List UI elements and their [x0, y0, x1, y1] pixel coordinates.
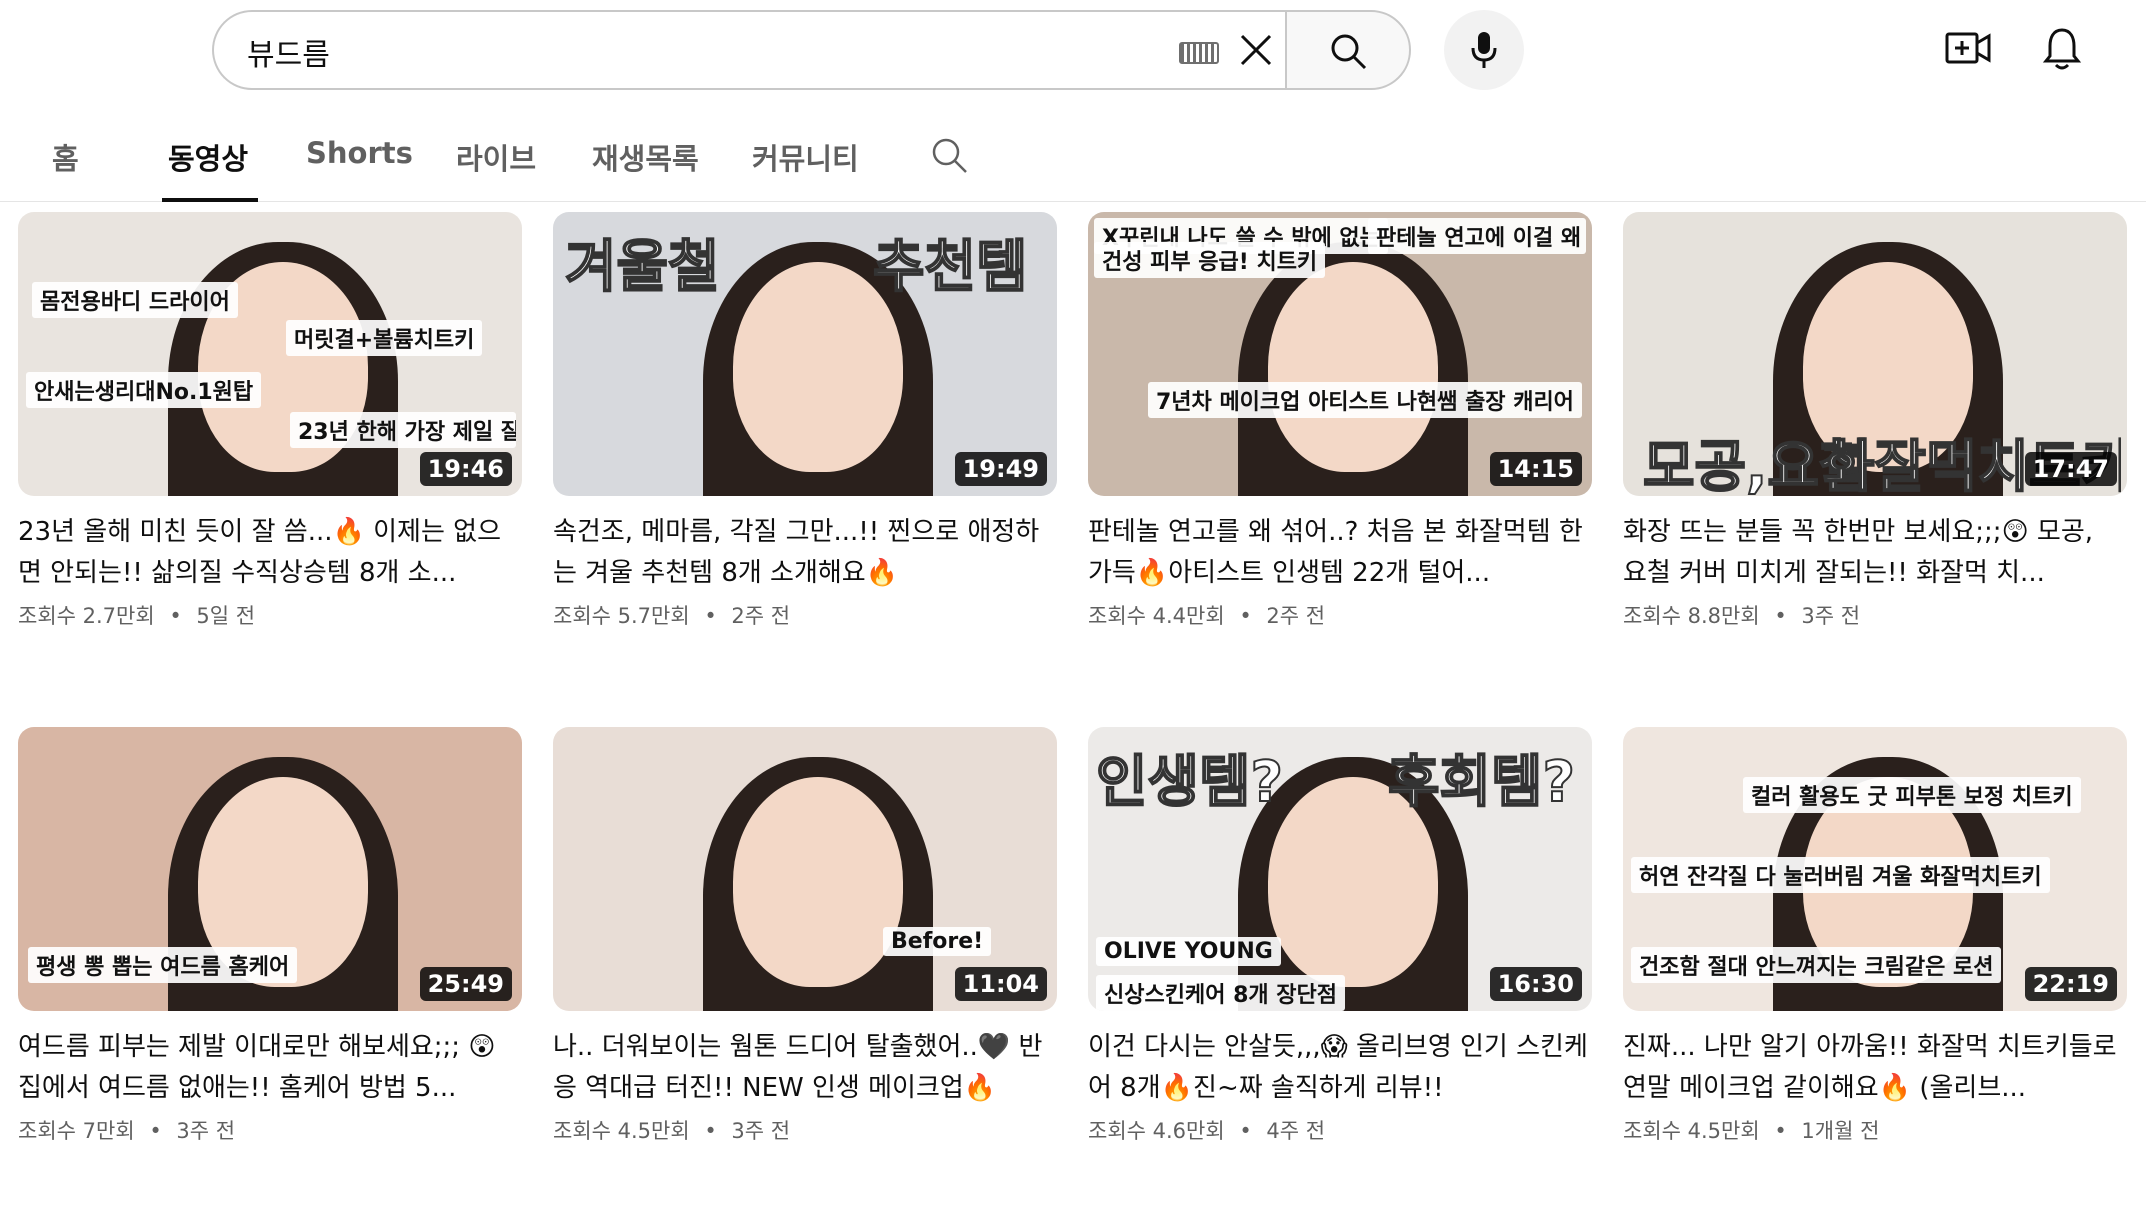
video-thumbnail[interactable]: 평생 뽕 뽑는 여드름 홈케어 25:49: [18, 727, 522, 1011]
meta-separator: •: [162, 604, 189, 628]
tab-live[interactable]: 라이브: [456, 136, 536, 178]
video-duration-badge: 11:04: [954, 967, 1047, 1001]
video-thumbnail[interactable]: X꾸린내 나도 쓸 수 밖에 없는 건성 피부 응급! 치트키 판테놀 연고에 이걸…: [1088, 212, 1592, 496]
view-count: 조회수 4.5만회: [553, 1119, 690, 1143]
thumbnail-text: 평생 뽕 뽑는 여드름 홈케어: [28, 947, 298, 983]
thumbnail-text: OLIVE YOUNG: [1096, 937, 1281, 966]
video-title[interactable]: 속건조, 메마름, 각질 그만...!! 찐으로 애정하는 겨울 추천템 8개 …: [553, 512, 1053, 594]
video-title[interactable]: 화장 뜨는 분들 꼭 한번만 보세요;;;😲 모공, 요철 커버 미치게 잘되는…: [1623, 512, 2123, 594]
thumbnail-text: 7년차 메이크업 아티스트 나현쌤 출장 캐리어: [1148, 382, 1582, 418]
thumbnail-text: 추천템: [873, 234, 1028, 301]
upload-age: 2주 전: [731, 604, 791, 628]
thumbnail-text: 인생템?: [1096, 749, 1284, 816]
meta-separator: •: [1232, 604, 1259, 628]
video-thumbnail[interactable]: Before! 11:04: [553, 727, 1057, 1011]
thumbnail-text: 안새는생리대No.1원탑: [26, 372, 262, 408]
video-title[interactable]: 이건 다시는 안살듯,,,😱 올리브영 인기 스킨케어 8개🔥진~짜 솔직하게 …: [1088, 1027, 1588, 1109]
video-thumbnail[interactable]: 겨울철 추천템 19:49: [553, 212, 1057, 496]
thumbnail-text: 후회템?: [1388, 749, 1576, 816]
video-thumbnail[interactable]: 인생템? 후회템? OLIVE YOUNG 신상스킨케어 8개 장단점 16:30: [1088, 727, 1592, 1011]
view-count: 조회수 2.7만회: [18, 604, 155, 628]
video-duration-badge: 19:46: [419, 452, 512, 486]
search-input[interactable]: 뷰드름: [247, 30, 330, 74]
view-count: 조회수 5.7만회: [553, 604, 690, 628]
thumbnail-text: Before!: [883, 927, 992, 956]
video-title[interactable]: 판테놀 연고를 왜 섞어..? 처음 본 화잘먹템 한가득🔥아티스트 인생템 2…: [1088, 512, 1588, 594]
video-metadata: 조회수 4.4만회 • 2주 전: [1088, 600, 1325, 630]
meta-separator: •: [697, 1119, 724, 1143]
upload-age: 5일 전: [196, 604, 256, 628]
video-metadata: 조회수 8.8만회 • 3주 전: [1623, 600, 1860, 630]
masthead: 뷰드름: [0, 0, 2146, 102]
keyboard-icon[interactable]: [1179, 42, 1219, 64]
video-metadata: 조회수 2.7만회 • 5일 전: [18, 600, 255, 630]
meta-separator: •: [1232, 1119, 1259, 1143]
video-metadata: 조회수 7만회 • 3주 전: [18, 1115, 235, 1145]
video-title[interactable]: 여드름 피부는 제발 이대로만 해보세요;;; 😲집에서 여드름 없애는!! 홈…: [18, 1027, 518, 1109]
meta-separator: •: [1767, 1119, 1794, 1143]
meta-separator: •: [1767, 604, 1794, 628]
clear-search-icon[interactable]: [1234, 28, 1278, 72]
view-count: 조회수 7만회: [18, 1119, 135, 1143]
view-count: 조회수 4.5만회: [1623, 1119, 1760, 1143]
video-metadata: 조회수 4.5만회 • 3주 전: [553, 1115, 790, 1145]
thumbnail-text: 신상스킨케어 8개 장단점: [1096, 975, 1346, 1011]
thumbnail-text: 건성 피부 응급! 치트키: [1094, 242, 1326, 278]
thumbnail-text: 컬러 활용도 굿 피부톤 보정 치트키: [1743, 777, 2081, 813]
view-count: 조회수 8.8만회: [1623, 604, 1760, 628]
voice-search-button[interactable]: [1444, 10, 1524, 90]
video-title[interactable]: 23년 올해 미친 듯이 잘 씀...🔥 이제는 없으면 안되는!! 삶의질 수…: [18, 512, 518, 594]
tab-shorts[interactable]: Shorts: [306, 136, 413, 170]
upload-age: 1개월 전: [1801, 1119, 1880, 1143]
tab-community[interactable]: 커뮤니티: [752, 136, 859, 178]
thumbnail-text: 건조함 절대 안느껴지는 크림같은 로션: [1631, 947, 2002, 983]
video-title[interactable]: 진짜... 나만 알기 아까움!! 화잘먹 치트키들로 연말 메이크업 같이해요…: [1623, 1027, 2123, 1109]
video-thumbnail[interactable]: 몸전용바디 드라이어머릿결+볼륨치트키안새는생리대No.1원탑 23년 한해 가장…: [18, 212, 522, 496]
tab-home[interactable]: 홈: [52, 136, 79, 178]
meta-separator: •: [142, 1119, 169, 1143]
view-count: 조회수 4.6만회: [1088, 1119, 1225, 1143]
video-title[interactable]: 나.. 더워보이는 웜톤 드디어 탈출했어..🖤 반응 역대급 터진!! NEW…: [553, 1027, 1053, 1109]
video-duration-badge: 22:19: [2024, 967, 2117, 1001]
upload-age: 2주 전: [1266, 604, 1326, 628]
thumbnail-text: 허연 잔각질 다 눌러버림 겨울 화잘먹치트키: [1631, 857, 2050, 893]
create-video-icon[interactable]: [1945, 28, 1991, 72]
channel-search-icon[interactable]: [930, 136, 970, 180]
thumbnail-person-face: [733, 777, 903, 987]
thumbnail-text: 머릿결+볼륨치트키: [286, 320, 483, 356]
upload-age: 3주 전: [731, 1119, 791, 1143]
video-duration-badge: 25:49: [419, 967, 512, 1001]
upload-age: 3주 전: [1801, 604, 1861, 628]
video-duration-badge: 14:15: [1489, 452, 1582, 486]
video-thumbnail[interactable]: 컬러 활용도 굿 피부톤 보정 치트키허연 잔각질 다 눌러버림 겨울 화잘먹치…: [1623, 727, 2127, 1011]
thumbnail-text: 판테놀 연고에 이걸 왜 섞어..?: [1368, 218, 1586, 254]
view-count: 조회수 4.4만회: [1088, 604, 1225, 628]
video-metadata: 조회수 4.5만회 • 1개월 전: [1623, 1115, 1879, 1145]
video-metadata: 조회수 5.7만회 • 2주 전: [553, 600, 790, 630]
tab-playlists[interactable]: 재생목록: [592, 136, 699, 178]
video-duration-badge: 16:30: [1489, 967, 1582, 1001]
thumbnail-text: 23년 한해 가장 제일 잘한 것: [290, 412, 516, 448]
active-tab-indicator: [162, 198, 258, 202]
notifications-bell-icon[interactable]: [2042, 26, 2082, 76]
thumbnail-text: 몸전용바디 드라이어: [32, 282, 238, 318]
channel-tabs: 홈 동영상 Shorts 라이브 재생목록 커뮤니티: [0, 102, 2146, 202]
search-box[interactable]: 뷰드름: [212, 10, 1285, 90]
thumbnail-text: 겨울철: [565, 234, 720, 301]
video-duration-badge: 17:47: [2024, 452, 2117, 486]
thumbnail-person-face: [1268, 262, 1438, 472]
search-button[interactable]: [1285, 10, 1411, 90]
video-duration-badge: 19:49: [954, 452, 1047, 486]
upload-age: 4주 전: [1266, 1119, 1326, 1143]
meta-separator: •: [697, 604, 724, 628]
upload-age: 3주 전: [176, 1119, 236, 1143]
video-metadata: 조회수 4.6만회 • 4주 전: [1088, 1115, 1325, 1145]
video-thumbnail[interactable]: 모공,요철 화잘먹치트키 17:47: [1623, 212, 2127, 496]
tab-videos[interactable]: 동영상: [168, 136, 248, 178]
